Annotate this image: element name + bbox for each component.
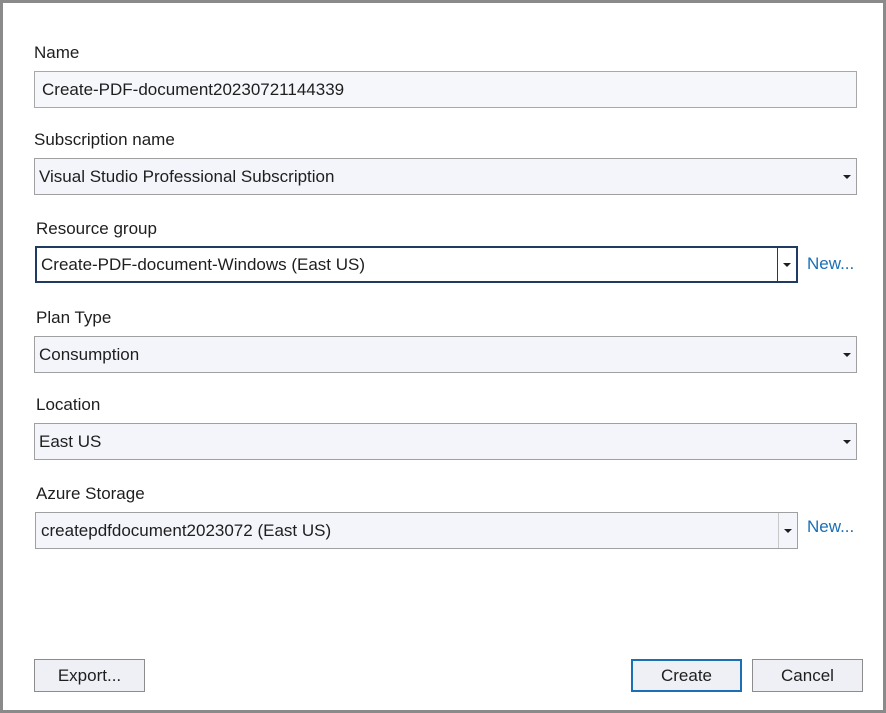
location-chevron-down-icon[interactable] [837, 424, 856, 459]
azure-storage-chevron-down-icon[interactable] [778, 513, 797, 548]
export-button[interactable]: Export... [34, 659, 145, 692]
azure-storage-new-link[interactable]: New... [807, 516, 854, 538]
resource-group-value: Create-PDF-document-Windows (East US) [41, 255, 366, 274]
azure-storage-value: createpdfdocument2023072 (East US) [41, 521, 332, 540]
resource-group-chevron-down-icon[interactable] [777, 248, 796, 281]
name-input-value: Create-PDF-document20230721144339 [42, 80, 345, 99]
azure-storage-label: Azure Storage [36, 484, 145, 503]
plan-type-dropdown[interactable]: Consumption [34, 336, 857, 373]
location-label: Location [36, 395, 101, 414]
location-dropdown[interactable]: East US [34, 423, 857, 460]
subscription-label: Subscription name [34, 130, 175, 149]
name-input[interactable]: Create-PDF-document20230721144339 [34, 71, 857, 108]
publish-dialog: Name Create-PDF-document20230721144339 S… [0, 0, 886, 713]
subscription-chevron-down-icon[interactable] [837, 159, 856, 194]
plan-type-chevron-down-icon[interactable] [837, 337, 856, 372]
subscription-dropdown[interactable]: Visual Studio Professional Subscription [34, 158, 857, 195]
azure-storage-dropdown[interactable]: createpdfdocument2023072 (East US) [35, 512, 798, 549]
name-label: Name [34, 43, 80, 62]
resource-group-label: Resource group [36, 219, 157, 238]
plan-type-value: Consumption [39, 345, 140, 364]
create-button[interactable]: Create [631, 659, 742, 692]
plan-type-label: Plan Type [36, 308, 112, 327]
resource-group-dropdown[interactable]: Create-PDF-document-Windows (East US) [35, 246, 798, 283]
location-value: East US [39, 432, 102, 451]
cancel-button[interactable]: Cancel [752, 659, 863, 692]
resource-group-new-link[interactable]: New... [807, 253, 854, 275]
subscription-value: Visual Studio Professional Subscription [39, 167, 335, 186]
